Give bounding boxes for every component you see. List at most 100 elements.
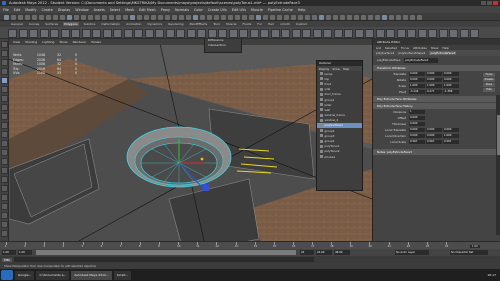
shelf-tool-icon[interactable] xyxy=(165,28,175,38)
menu-item[interactable]: File xyxy=(3,8,9,12)
toolbox-tool-icon[interactable] xyxy=(1,140,8,147)
character-set-dropdown[interactable]: No Character Set xyxy=(450,250,488,255)
node-name-field[interactable]: polyExtrudeFace3 xyxy=(404,57,439,63)
toolbox-tool-icon[interactable] xyxy=(1,68,8,75)
attr-value-field[interactable]: 1.000 xyxy=(409,83,425,89)
toolbox-tool-icon[interactable] xyxy=(1,122,8,129)
focus-button[interactable]: Focus xyxy=(483,73,495,77)
toolbox-tool-icon[interactable] xyxy=(1,212,8,219)
shelf-tab[interactable]: Animation xyxy=(125,22,142,26)
shelf-tab[interactable]: Hair xyxy=(267,22,275,26)
menu-item[interactable]: Assets xyxy=(94,8,105,12)
status-line-icon[interactable] xyxy=(249,14,254,20)
attr-value-field[interactable]: 0.000 xyxy=(409,121,425,127)
status-line-icon[interactable] xyxy=(305,14,310,20)
status-line-icon[interactable] xyxy=(263,14,268,20)
attr-value-field[interactable]: -1.386 xyxy=(443,89,459,95)
status-line-icon[interactable] xyxy=(172,14,177,20)
shelf-tool-icon[interactable] xyxy=(239,28,248,38)
manip-center-handle[interactable] xyxy=(200,157,204,161)
shelf-tool-icon[interactable] xyxy=(102,28,112,38)
mel-mode-button[interactable]: MEL xyxy=(2,257,13,262)
shelf-tool-icon[interactable] xyxy=(176,28,185,38)
status-line-icon[interactable] xyxy=(403,14,408,20)
viewport-menu-item[interactable]: Shading xyxy=(25,40,37,44)
shelf-tool-icon[interactable] xyxy=(92,28,101,38)
outliner-item[interactable]: pCube1 xyxy=(317,154,362,159)
toolbox-tool-icon[interactable] xyxy=(1,95,8,102)
shelf-tool-icon[interactable] xyxy=(449,28,458,38)
status-line-icon[interactable] xyxy=(130,14,135,20)
status-line-icon[interactable] xyxy=(312,14,317,20)
outliner-menu-item[interactable]: Display xyxy=(319,67,329,71)
status-line-icon[interactable] xyxy=(270,14,275,20)
shelf-tab[interactable]: Dynamics xyxy=(146,22,163,26)
shelf-tool-icon[interactable] xyxy=(8,28,17,38)
toolbox-tool-icon[interactable] xyxy=(1,158,8,165)
shelf-tool-icon[interactable] xyxy=(354,28,364,38)
shelf-tool-icon[interactable] xyxy=(249,28,259,38)
attr-value-field[interactable]: 0.000 xyxy=(409,133,425,139)
status-line-icon[interactable] xyxy=(4,14,9,20)
shelf-tool-icon[interactable] xyxy=(81,28,91,38)
menu-item[interactable]: Mesh xyxy=(125,8,134,12)
status-line-icon[interactable] xyxy=(389,14,394,20)
shelf-tab[interactable]: nCloth xyxy=(279,22,291,26)
shelf-tab[interactable]: Fluids xyxy=(242,22,253,26)
menu-item[interactable]: Help xyxy=(298,8,306,12)
shelf-tool-icon[interactable] xyxy=(29,28,38,38)
shelf-tool-icon[interactable] xyxy=(134,28,143,38)
attr-value-field[interactable]: 0.000 xyxy=(426,133,442,139)
attr-value-field[interactable]: -3.144 xyxy=(409,89,425,95)
shelf-tool-icon[interactable] xyxy=(312,28,322,38)
shelf-tool-icon[interactable] xyxy=(386,28,395,38)
toolbox-tool-icon[interactable] xyxy=(1,113,8,120)
status-line-icon[interactable] xyxy=(109,14,114,20)
shelf-tool-icon[interactable] xyxy=(39,28,49,38)
status-line-icon[interactable] xyxy=(200,14,205,20)
attr-menu-item[interactable]: Show xyxy=(431,46,439,50)
toolbox-tool-icon[interactable] xyxy=(1,104,8,111)
attr-value-field[interactable]: 0.567 xyxy=(443,139,459,145)
status-line-icon[interactable] xyxy=(102,14,107,20)
attr-value-field[interactable]: 1.000 xyxy=(443,83,459,89)
attr-menu-item[interactable]: Selected xyxy=(385,46,397,50)
status-line-icon[interactable] xyxy=(375,14,380,20)
status-line-icon[interactable] xyxy=(18,14,23,20)
status-line-icon[interactable] xyxy=(368,14,373,20)
toolbox-tool-icon[interactable] xyxy=(1,167,8,174)
attr-value-field[interactable]: 0.000 xyxy=(426,71,442,77)
attr-value-field[interactable]: 0.000 xyxy=(409,115,425,121)
shelf-tool-icon[interactable] xyxy=(260,28,269,38)
viewport-menu-item[interactable]: View xyxy=(13,40,20,44)
shelf-tool-icon[interactable] xyxy=(18,28,28,38)
shelf-tool-icon[interactable] xyxy=(291,28,301,38)
menu-item[interactable]: Modify xyxy=(25,8,36,12)
shelf-tool-icon[interactable] xyxy=(270,28,280,38)
attr-value-field[interactable]: 0.000 xyxy=(409,127,425,133)
toolbox-tool-icon[interactable] xyxy=(1,131,8,138)
status-line-icon[interactable] xyxy=(214,14,219,20)
shelf-tool-icon[interactable] xyxy=(459,28,469,38)
attribute-scrollbar[interactable] xyxy=(496,95,500,235)
status-line-icon[interactable] xyxy=(123,14,128,20)
viewport-menu-item[interactable]: Panels xyxy=(91,40,101,44)
status-line-icon[interactable] xyxy=(81,14,86,20)
status-line-icon[interactable] xyxy=(151,14,156,20)
toolbox-tool-icon[interactable] xyxy=(1,203,8,210)
taskbar-task[interactable]: Script... xyxy=(113,270,132,280)
viewport-menu-item[interactable]: Renderer xyxy=(73,40,87,44)
attr-menu-item[interactable]: Focus xyxy=(401,46,409,50)
start-time-field[interactable]: 1.00 xyxy=(2,250,16,255)
minimize-button[interactable] xyxy=(481,1,486,5)
shelf-tool-icon[interactable] xyxy=(207,28,217,38)
toolbox-tool-icon[interactable] xyxy=(1,77,8,84)
status-line-icon[interactable] xyxy=(347,14,352,20)
shelf-tool-icon[interactable] xyxy=(344,28,353,38)
status-line-icon[interactable] xyxy=(221,14,226,20)
end-time-field[interactable]: 24.00 xyxy=(316,250,332,255)
shelf-tool-icon[interactable] xyxy=(71,28,80,38)
taskbar-task[interactable]: Autodesk Maya 2012... xyxy=(71,270,112,280)
end-time-field-2[interactable]: 48.00 xyxy=(334,250,350,255)
status-line-icon[interactable] xyxy=(333,14,338,20)
